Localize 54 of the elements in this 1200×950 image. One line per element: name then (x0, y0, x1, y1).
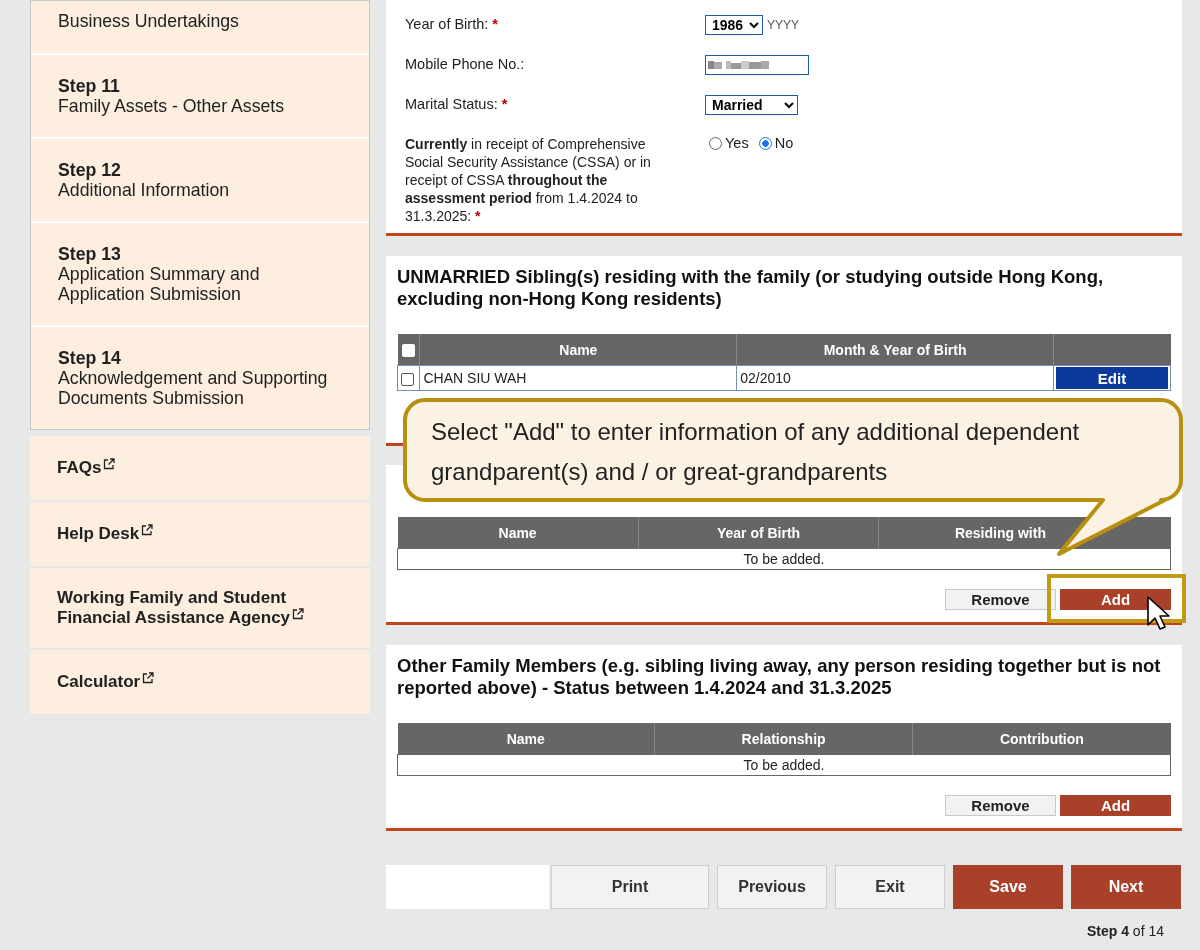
sidebar-link[interactable]: Working Family and Student Financial Assistance Agency (30, 566, 370, 648)
radio-option[interactable]: No (758, 135, 794, 151)
step-item[interactable]: Step 13 Application Summary and Application Submission (31, 221, 369, 325)
radio-button[interactable] (758, 136, 772, 150)
radio-option[interactable]: Yes (709, 135, 749, 151)
nav-button[interactable]: Exit (835, 865, 945, 909)
section-heading: Other Family Members (e.g. sibling living away, any person residing together but is not reported above) - Status between 1.4.2024 and 31.3.2025 (397, 655, 1162, 699)
column-header: Month & Year of Birth (736, 334, 1054, 366)
blurred-text-drawing (708, 60, 770, 70)
column-header: Name (397, 723, 655, 755)
field-label: Marital Status: * (405, 95, 509, 113)
step-item[interactable]: Step 12 Additional Information (31, 137, 369, 221)
row-checkbox[interactable] (401, 372, 414, 386)
sidebar-link[interactable]: Calculator (30, 648, 370, 714)
remove-button[interactable]: Remove (945, 589, 1056, 610)
column-header: Contribution (912, 723, 1171, 755)
remove-button[interactable]: Remove (945, 795, 1056, 816)
step-item[interactable]: Step 14 Acknowledgement and Supporting Documents Submission (31, 325, 369, 429)
field-label: Mobile Phone No.: (405, 55, 526, 73)
external-link-icon (141, 524, 154, 536)
add-button[interactable]: Add (1060, 795, 1171, 816)
column-header: Name (420, 334, 737, 366)
dropdown[interactable]: 1986 (705, 15, 763, 35)
table-cell: 02/2010 (736, 365, 1054, 391)
format-hint: YYYY (767, 18, 799, 32)
field-label: Year of Birth: * (405, 15, 499, 33)
step-item[interactable]: Step 11 Family Assets - Other Assets (31, 53, 369, 137)
field-label: Currently in receipt of Comprehensive Social Security Assistance (CSSA) or in receipt of CSSA throughout the assessment period from 1.4.2024 to 31.3.2025: * (405, 135, 652, 225)
nav-button[interactable]: Save (953, 865, 1063, 909)
column-header: Year of Birth (638, 517, 879, 549)
empty-table-message: To be added. (397, 754, 1171, 776)
callout-text: Select "Add" to enter information of any additional dependent grandparent(s) and / or great-grandparents (431, 417, 1081, 487)
add-button[interactable]: Add (1060, 589, 1171, 610)
sidebar-link[interactable]: FAQs (30, 436, 370, 500)
step-total: of 14 (1132, 923, 1164, 939)
radio-button[interactable] (709, 136, 722, 150)
nav-button[interactable]: Previous (717, 865, 827, 909)
select-all-checkbox[interactable] (402, 344, 415, 358)
current-step: Step 4 (1086, 923, 1129, 939)
external-link-icon (103, 458, 116, 470)
nav-button[interactable]: Next (1071, 865, 1181, 909)
edit-button[interactable]: Edit (1056, 367, 1168, 389)
column-header: Relationship (654, 723, 913, 755)
step-item[interactable]: Business Undertakings (31, 1, 369, 53)
table-cell: CHAN SIU WAH (420, 365, 737, 391)
external-link-icon (142, 672, 155, 684)
nav-button[interactable]: Print (551, 865, 709, 909)
column-header: Name (397, 517, 639, 549)
external-link-icon (292, 608, 305, 620)
empty-table-message: To be added. (397, 548, 1171, 570)
section-heading: UNMARRIED Sibling(s) residing with the family (or studying outside Hong Kong, excluding non-Hong Kong residents) (397, 266, 1105, 310)
sidebar-link[interactable]: Help Desk (30, 500, 370, 566)
input-field[interactable] (705, 55, 809, 75)
dropdown[interactable]: Married (705, 95, 798, 115)
